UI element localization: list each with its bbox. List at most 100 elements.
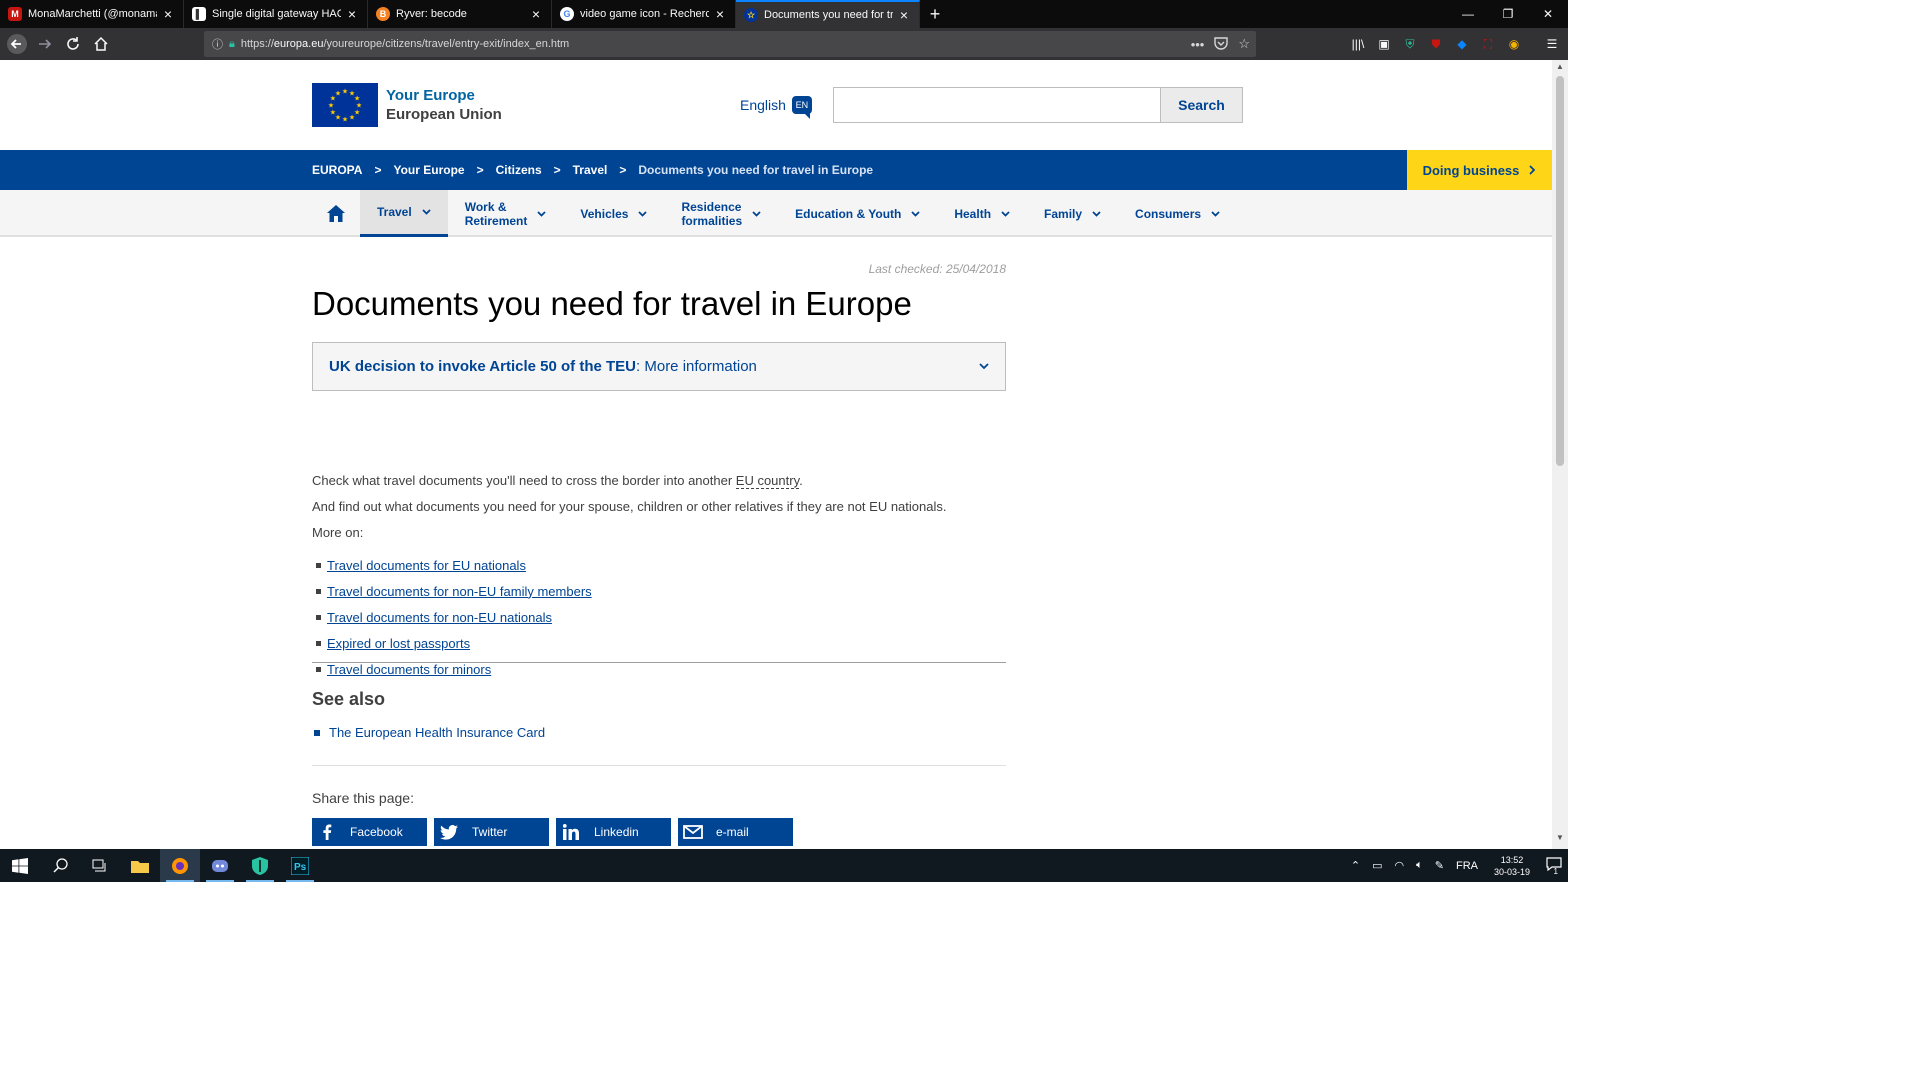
chevron-up-icon[interactable]: ⌃	[1351, 859, 1360, 872]
see-also-item[interactable]: The European Health Insurance Card	[312, 725, 545, 740]
close-tab-icon[interactable]: ×	[897, 7, 911, 23]
scrollbar-thumb[interactable]	[1556, 76, 1564, 466]
search-button[interactable]: Search	[1160, 88, 1242, 122]
page-scrollbar[interactable]: ▲ ▼	[1552, 60, 1568, 849]
url-bar[interactable]: ⓘ 🔒︎ https://europa.eu/youreurope/citize…	[204, 31, 1256, 57]
minimize-icon[interactable]: ―	[1448, 0, 1488, 28]
file-explorer-icon[interactable]	[120, 849, 160, 882]
see-also-link[interactable]: The European Health Insurance Card	[329, 725, 545, 740]
chrome-icon[interactable]: ◉	[1506, 36, 1522, 52]
clock[interactable]: 13:52 30-03-19	[1494, 854, 1530, 878]
nav-home-button[interactable]	[312, 190, 360, 237]
browser-tab-active[interactable]: ☆ Documents you need for travel in Europ…	[736, 0, 920, 28]
doing-business-button[interactable]: Doing business	[1407, 150, 1552, 190]
info-icon[interactable]: ⓘ	[212, 36, 223, 52]
share-email-button[interactable]: e-mail	[678, 818, 793, 846]
link-expired-passports[interactable]: Expired or lost passports	[327, 636, 470, 651]
close-window-icon[interactable]: ✕	[1528, 0, 1568, 28]
windows-start-icon[interactable]	[0, 849, 40, 882]
reload-button[interactable]	[60, 31, 86, 57]
browser-tab[interactable]: ▌ Single digital gateway HACKATHON ×	[184, 0, 368, 28]
extension-icon[interactable]: ◆	[1454, 36, 1470, 52]
brand-your-europe[interactable]: Your Europe	[386, 87, 475, 104]
forward-button[interactable]	[32, 31, 58, 57]
eu-flag-logo[interactable]: ★ ★ ★ ★ ★ ★ ★ ★ ★ ★ ★ ★	[312, 83, 378, 127]
search-input[interactable]	[834, 88, 1160, 122]
eu-country-abbr[interactable]: EU country	[735, 473, 800, 489]
hamburger-menu-icon[interactable]: ☰	[1544, 36, 1560, 52]
facebook-icon	[312, 818, 342, 846]
link-eu-nationals[interactable]: Travel documents for EU nationals	[327, 558, 526, 573]
volume-icon[interactable]: 🔈︎	[1416, 859, 1423, 872]
page-actions-menu[interactable]: •••	[1191, 37, 1205, 52]
language-selector[interactable]: English EN	[740, 96, 812, 119]
close-tab-icon[interactable]: ×	[161, 6, 175, 22]
intro-text: Check what travel documents you'll need …	[312, 473, 736, 488]
discord-icon[interactable]	[200, 849, 240, 882]
scroll-down-arrow-icon[interactable]: ▼	[1552, 833, 1568, 847]
brexit-notice-accordion[interactable]: UK decision to invoke Article 50 of the …	[312, 342, 1006, 391]
pocket-icon[interactable]	[1214, 36, 1229, 53]
eu-star-icon: ★	[330, 109, 336, 117]
share-twitter-button[interactable]: Twitter	[434, 818, 549, 846]
nav-item-consumers[interactable]: Consumers	[1118, 190, 1237, 237]
shield-icon[interactable]: ⛨	[1402, 36, 1418, 52]
library-icon[interactable]: |||\	[1350, 36, 1366, 52]
tab-title: Single digital gateway HACKATHON	[212, 8, 341, 20]
security-shield-icon[interactable]	[240, 849, 280, 882]
browser-tab[interactable]: M MonaMarchetti (@monamarchetti) ×	[0, 0, 184, 28]
browser-tab[interactable]: G video game icon - Recherche Google ×	[552, 0, 736, 28]
restore-icon[interactable]: ❐	[1488, 0, 1528, 28]
eu-star-icon: ★	[328, 102, 334, 110]
share-facebook-button[interactable]: Facebook	[312, 818, 427, 846]
link-minors[interactable]: Travel documents for minors	[327, 662, 491, 677]
close-tab-icon[interactable]: ×	[345, 6, 359, 22]
breadcrumb-your-europe[interactable]: Your Europe	[393, 163, 464, 177]
link-non-eu-nationals[interactable]: Travel documents for non-EU nationals	[327, 610, 552, 625]
nav-item-education-youth[interactable]: Education & Youth	[778, 190, 937, 237]
eu-star-icon: ★	[349, 114, 355, 122]
home-button[interactable]	[88, 31, 114, 57]
input-language[interactable]: FRA	[1456, 860, 1478, 872]
intro-period: .	[799, 473, 803, 488]
breadcrumb-travel[interactable]: Travel	[573, 163, 608, 177]
sidebar-icon[interactable]: ▣	[1376, 36, 1392, 52]
notice-more-link[interactable]: : More information	[636, 358, 757, 375]
ryver-favicon-icon: B	[376, 7, 390, 21]
nav-item-health[interactable]: Health	[937, 190, 1027, 237]
ublock-icon[interactable]: ⛊	[1428, 36, 1444, 52]
notification-center-icon[interactable]: 1	[1546, 857, 1562, 876]
pen-icon[interactable]: ✎	[1435, 859, 1444, 872]
nav-item-label: Work & Retirement	[464, 199, 528, 228]
twitter-icon	[434, 818, 464, 846]
search-box: Search	[833, 87, 1243, 123]
scroll-up-arrow-icon[interactable]: ▲	[1552, 62, 1568, 76]
browser-tab[interactable]: B Ryver: becode ×	[368, 0, 552, 28]
last-checked-date: Last checked: 25/04/2018	[868, 262, 1006, 276]
nav-item-travel[interactable]: Travel	[360, 190, 448, 237]
star-icon[interactable]: ☆	[1238, 36, 1250, 52]
breadcrumb-europa[interactable]: EUROPA	[312, 163, 362, 177]
new-tab-button[interactable]: +	[920, 0, 950, 28]
pdf-icon[interactable]: ⛶	[1480, 36, 1496, 52]
close-tab-icon[interactable]: ×	[713, 6, 727, 22]
link-non-eu-family[interactable]: Travel documents for non-EU family membe…	[327, 584, 592, 599]
breadcrumb-separator: >	[619, 163, 627, 177]
intro-paragraph: Check what travel documents you'll need …	[312, 473, 803, 489]
nav-item-vehicles[interactable]: Vehicles	[563, 190, 664, 237]
wifi-icon[interactable]: ◠	[1395, 859, 1405, 872]
photoshop-icon[interactable]: Ps	[280, 849, 320, 882]
battery-icon[interactable]: ▭	[1372, 859, 1382, 872]
chevron-down-icon	[638, 210, 648, 217]
back-button[interactable]	[4, 31, 30, 57]
search-icon[interactable]	[40, 849, 80, 882]
share-linkedin-button[interactable]: Linkedin	[556, 818, 671, 846]
task-view-icon[interactable]	[80, 849, 120, 882]
close-tab-icon[interactable]: ×	[529, 6, 543, 22]
nav-item-work-retirement[interactable]: Work & Retirement	[448, 190, 564, 237]
firefox-icon[interactable]	[160, 849, 200, 882]
nav-item-residence-formalities[interactable]: Residence formalities	[664, 190, 778, 237]
list-item: Travel documents for minors	[312, 656, 592, 682]
nav-item-family[interactable]: Family	[1027, 190, 1118, 237]
breadcrumb-citizens[interactable]: Citizens	[496, 163, 542, 177]
